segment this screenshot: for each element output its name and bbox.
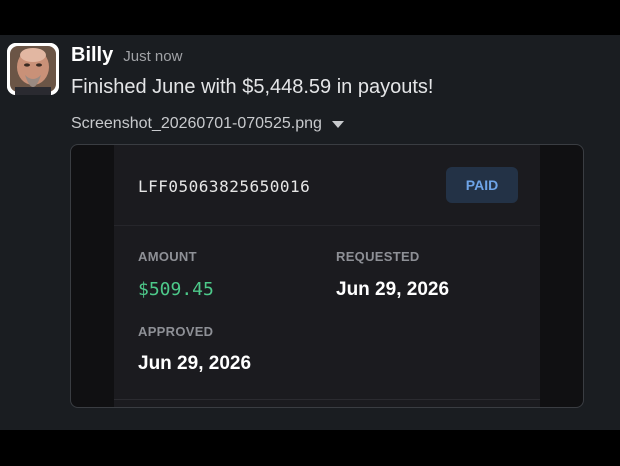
caret-down-icon[interactable] bbox=[331, 120, 344, 128]
message-header: Billy Just now bbox=[71, 44, 182, 68]
avatar[interactable] bbox=[7, 43, 59, 95]
status-badge: PAID bbox=[446, 167, 518, 203]
amount-label: AMOUNT bbox=[138, 249, 197, 264]
attachment-toggle[interactable]: Screenshot_20260701-070525.png bbox=[71, 115, 344, 133]
message-text: Finished June with $5,448.59 in payouts! bbox=[71, 76, 434, 98]
screenshot-content: LFF05063825650016 PAID AMOUNT $509.45 RE… bbox=[114, 145, 540, 407]
user-photo bbox=[7, 43, 59, 95]
amount-value: $509.45 bbox=[138, 279, 214, 300]
invoice-id: LFF05063825650016 bbox=[138, 177, 311, 196]
attachment-filename: Screenshot_20260701-070525.png bbox=[71, 115, 322, 132]
requested-label: REQUESTED bbox=[336, 249, 420, 264]
message-timestamp[interactable]: Just now bbox=[123, 48, 182, 65]
payout-card: LFF05063825650016 PAID AMOUNT $509.45 RE… bbox=[114, 145, 540, 400]
requested-date: Jun 29, 2026 bbox=[336, 279, 450, 300]
approved-label: APPROVED bbox=[138, 324, 214, 339]
sender-name[interactable]: Billy bbox=[71, 44, 113, 67]
card-divider bbox=[114, 225, 540, 226]
image-preview[interactable]: LFF05063825650016 PAID AMOUNT $509.45 RE… bbox=[70, 144, 584, 408]
approved-date: Jun 29, 2026 bbox=[138, 353, 252, 374]
